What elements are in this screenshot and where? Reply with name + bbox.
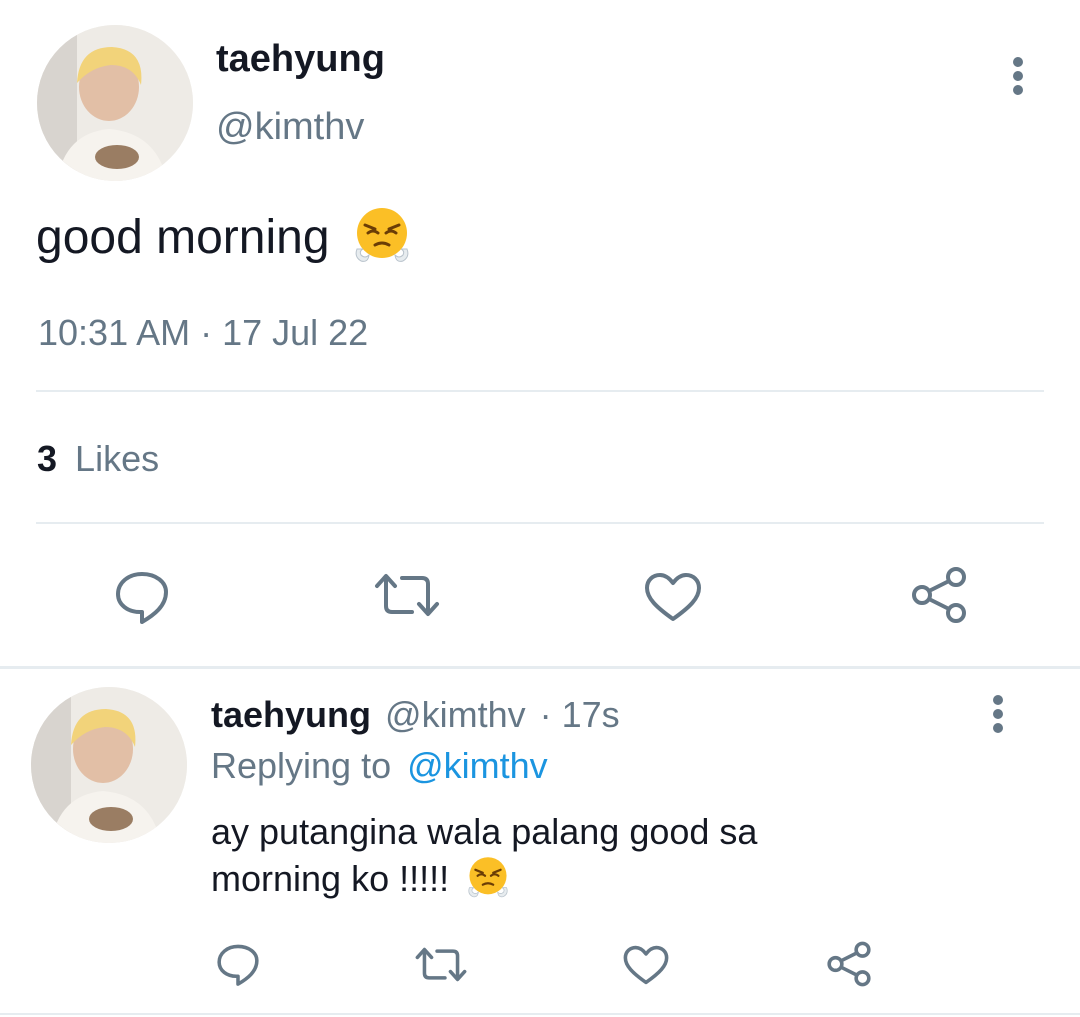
bottom-divider (0, 1013, 1080, 1015)
tweet-text: good morning (36, 208, 413, 268)
likes-count: 3 (37, 438, 58, 479)
tweet-text-content: good morning (36, 211, 330, 264)
reply-reply-icon[interactable] (216, 943, 260, 986)
reply-text-line-2-row: morning ko !!!!! (211, 855, 511, 901)
reply-more-options-icon[interactable] (992, 695, 1004, 733)
more-options-icon[interactable] (1012, 57, 1024, 95)
reply-retweet-icon[interactable] (415, 946, 467, 983)
display-name[interactable]: taehyung (216, 38, 385, 81)
reply-user-handle[interactable]: @kimthv (385, 694, 526, 735)
retweet-icon[interactable] (374, 572, 440, 618)
reply-share-icon[interactable] (826, 941, 872, 987)
likes-label: Likes (75, 438, 160, 479)
reply-icon[interactable] (114, 570, 170, 624)
likes-count-row[interactable]: 3 Likes (37, 438, 159, 480)
divider (36, 390, 1044, 392)
replying-to-label: Replying to (211, 745, 392, 786)
reply-text-line-1: ay putangina wala palang good sa (211, 811, 758, 852)
tweet-timestamp[interactable]: 10:31 AM · 17 Jul 22 (38, 312, 368, 354)
steam-face-emoji-icon (465, 855, 511, 901)
reply-avatar[interactable] (31, 687, 187, 843)
reply-text-line-2: morning ko !!!!! (211, 858, 450, 899)
reply-header: taehyung @kimthv · 17s (211, 694, 620, 736)
replying-to: Replying to @kimthv (211, 745, 548, 787)
avatar[interactable] (37, 25, 193, 181)
section-divider (0, 666, 1080, 669)
user-handle[interactable]: @kimthv (216, 106, 364, 149)
replying-to-handle[interactable]: @kimthv (407, 745, 548, 786)
share-icon[interactable] (910, 566, 968, 624)
reply-like-icon[interactable] (623, 945, 669, 985)
reply-display-name[interactable]: taehyung (211, 694, 371, 735)
divider (36, 522, 1044, 524)
steam-face-emoji-icon (351, 205, 413, 267)
reply-time: · 17s (539, 694, 620, 735)
like-icon[interactable] (644, 572, 702, 622)
